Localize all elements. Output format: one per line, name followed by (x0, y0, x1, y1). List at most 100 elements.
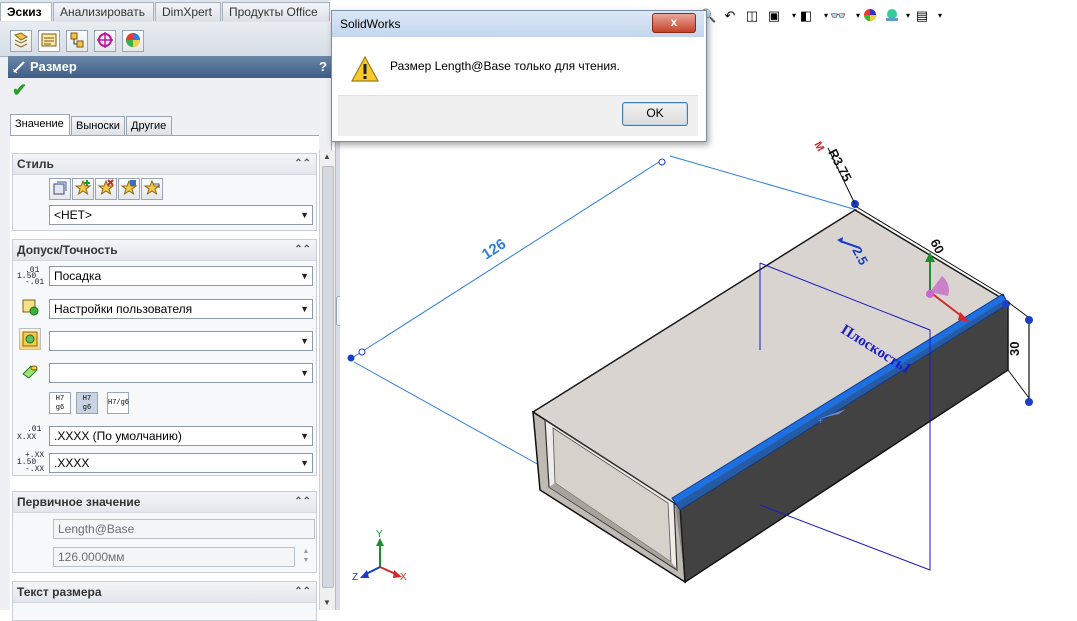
ok-button[interactable]: OK (622, 102, 688, 126)
svg-text:+: + (818, 416, 823, 426)
primary-precision-icon-bot: X.XX (17, 433, 37, 442)
property-manager-body: Стиль ⌃⌃ <НЕТ> ▼ Допуск/Точность ⌃⌃ .01 … (10, 135, 319, 621)
hole-fit-icon (19, 328, 41, 350)
dimension-radius-prefix: M (811, 140, 826, 154)
tab-office-products[interactable]: Продукты Office (222, 2, 330, 21)
primary-value-group: Первичное значение ⌃⌃ Length@Base 126.00… (12, 491, 317, 573)
dimxpert-manager-icon[interactable] (94, 30, 116, 52)
dimension-30[interactable]: 30 (1007, 301, 1033, 406)
left-panel: Размер ? ✔ Значение Выноски Другие Стиль… (0, 22, 335, 621)
scroll-up-arrow-icon[interactable]: ▲ (323, 152, 331, 161)
save-style-icon[interactable] (118, 178, 140, 200)
tolerance-type-select[interactable]: Посадка ▼ (49, 266, 313, 286)
apply-default-style-icon[interactable] (49, 178, 71, 200)
scroll-down-arrow-icon[interactable]: ▼ (323, 598, 331, 607)
load-style-icon[interactable] (141, 178, 163, 200)
dropdown-arrow-icon: ▼ (300, 458, 309, 468)
dimension-radius[interactable]: M R3.75 (811, 140, 856, 205)
dropdown-arrow-icon: ▼ (300, 271, 309, 281)
command-manager-tabs: Эскиз Анализировать DimXpert Продукты Of… (0, 0, 330, 23)
tab-other[interactable]: Другие (126, 116, 172, 135)
primary-precision-select[interactable]: .XXXX (По умолчанию) ▼ (49, 426, 313, 446)
tolerance-group-title: Допуск/Точность (17, 243, 118, 257)
dimension-text-group-title: Текст размера (17, 585, 102, 599)
tolerance-precision-icon-bot: -.XX (25, 465, 45, 474)
dropdown-arrow-icon: ▼ (300, 304, 309, 314)
tolerance-precision-value: .XXXX (54, 456, 90, 470)
style-group-title: Стиль (17, 157, 54, 171)
scrollbar-thumb[interactable] (322, 166, 334, 588)
close-icon: x (670, 15, 678, 29)
dimension-value-field[interactable]: 126.0000мм (53, 547, 295, 567)
style-group: Стиль ⌃⌃ <НЕТ> ▼ (12, 153, 317, 231)
axis-y-label: Y (376, 529, 383, 540)
fit-text-top: H7 (82, 395, 92, 403)
ok-check-icon[interactable]: ✔ (12, 80, 27, 101)
dialog-message: Размер Length@Base только для чтения. (390, 59, 620, 73)
dialog-footer: OK (338, 95, 698, 136)
tab-value[interactable]: Значение (10, 114, 70, 135)
dimension-30-text[interactable]: 30 (1007, 342, 1022, 356)
fit-stacked-button[interactable]: H7 g6 (76, 392, 98, 414)
primary-precision-value: .XXXX (По умолчанию) (54, 429, 182, 443)
part-body[interactable] (531, 200, 1010, 584)
help-icon[interactable]: ? (319, 56, 327, 78)
shaft-fit-icon (19, 360, 41, 382)
fit-stacked-line-button[interactable]: H7 g6 (49, 392, 71, 414)
fit-text-top: H7 (55, 395, 65, 403)
tolerance-group-header[interactable]: Допуск/Точность ⌃⌃ (13, 240, 316, 261)
dialog-title: SolidWorks (340, 17, 401, 31)
dimension-126-text[interactable]: 126 (479, 235, 509, 263)
manager-tabs (0, 22, 331, 57)
hole-fit-select[interactable]: ▼ (49, 331, 313, 351)
tolerance-precision-select[interactable]: .XXXX ▼ (49, 453, 313, 473)
dimension-text-group: Текст размера ⌃⌃ (12, 581, 317, 621)
property-manager-scrollbar[interactable]: ▲ ▼ (319, 150, 335, 610)
dimension-name-field[interactable]: Length@Base (53, 519, 315, 539)
message-dialog: SolidWorks x Размер Length@Base только д… (331, 10, 707, 142)
dropdown-arrow-icon: ▼ (300, 368, 309, 378)
axis-x-label: X (400, 572, 407, 583)
collapse-icon[interactable]: ⌃⌃ (294, 492, 311, 512)
style-select[interactable]: <НЕТ> ▼ (49, 205, 313, 225)
dialog-close-button[interactable]: x (652, 13, 696, 33)
style-select-value: <НЕТ> (54, 208, 93, 222)
fit-text-bottom: g6 (55, 404, 65, 412)
property-manager-icon[interactable] (38, 30, 60, 52)
style-group-header[interactable]: Стиль ⌃⌃ (13, 154, 316, 175)
fit-text-linear: H7/g6 (108, 399, 130, 407)
dialog-title-bar[interactable]: SolidWorks x (332, 11, 704, 37)
dimension-text-group-header[interactable]: Текст размера ⌃⌃ (13, 582, 316, 603)
collapse-icon[interactable]: ⌃⌃ (294, 154, 311, 174)
add-style-icon[interactable] (72, 178, 94, 200)
tab-dimxpert[interactable]: DimXpert (155, 2, 221, 21)
tab-leaders[interactable]: Выноски (71, 116, 125, 135)
dimension-radius-text[interactable]: R3.75 (825, 146, 855, 184)
classification-select[interactable]: Настройки пользователя ▼ (49, 299, 313, 319)
dropdown-arrow-icon: ▼ (300, 210, 309, 220)
display-manager-icon[interactable] (122, 30, 144, 52)
shaft-fit-select[interactable]: ▼ (49, 363, 313, 383)
value-spinner[interactable]: ▲ ▼ (299, 547, 313, 567)
primary-value-group-header[interactable]: Первичное значение ⌃⌃ (13, 492, 316, 513)
tab-evaluate[interactable]: Анализировать (53, 2, 154, 21)
dropdown-arrow-icon: ▼ (300, 431, 309, 441)
axis-indicator: Y X Z (352, 529, 407, 583)
tab-sketch[interactable]: Эскиз (0, 2, 52, 21)
delete-style-icon[interactable] (95, 178, 117, 200)
warning-icon (350, 55, 380, 86)
configuration-manager-icon[interactable] (66, 30, 88, 52)
axis-z-label: Z (352, 572, 358, 583)
fit-linear-button[interactable]: H7/g6 (107, 392, 129, 414)
primary-value-group-title: Первичное значение (17, 495, 141, 509)
fit-text-bottom: g6 (82, 404, 92, 412)
dropdown-arrow-icon: ▼ (300, 336, 309, 346)
feature-manager-icon[interactable] (10, 30, 32, 52)
classification-value: Настройки пользователя (54, 302, 193, 316)
collapse-icon[interactable]: ⌃⌃ (294, 582, 311, 602)
tolerance-type-value: Посадка (54, 269, 102, 283)
dimension-icon (12, 59, 26, 81)
classification-icon (19, 296, 41, 318)
tolerance-group: Допуск/Точность ⌃⌃ .01 1.50 -.01 Посадка… (12, 239, 317, 476)
collapse-icon[interactable]: ⌃⌃ (294, 240, 311, 260)
